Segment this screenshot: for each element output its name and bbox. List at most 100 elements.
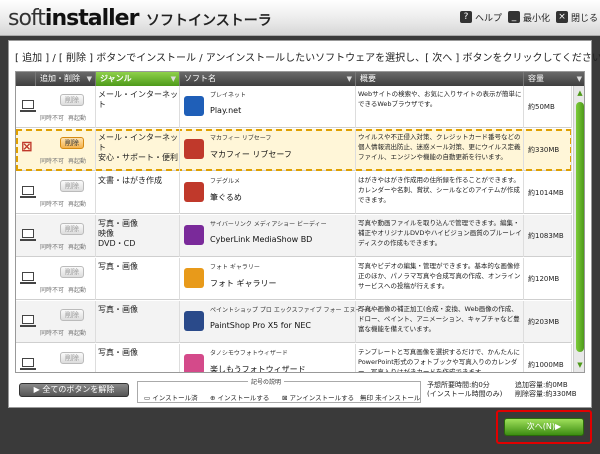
genre-text: 写真・画像 [98, 305, 138, 314]
app-reading: フォト ギャラリー [210, 264, 260, 271]
grid-header: 追加・削除 ▼ ジャンル ▼ ソフト名 ▼ 概要 容量 ▼ [16, 72, 584, 86]
logo-bold-text: installer [44, 6, 140, 31]
header-add-remove[interactable]: 追加・削除 ▼ [36, 72, 96, 86]
delete-button[interactable]: 削除 [60, 223, 84, 235]
next-highlight: 次へ(N)▶ [496, 410, 592, 444]
not-concurrent-note: 同時不可 [40, 330, 65, 337]
app-size: 約203MB [528, 318, 560, 326]
installer-window: softinstaller ソフトインストーラ ? ヘルプ _ 最小化 × 閉じる [… [0, 0, 600, 454]
table-row[interactable]: 削除 同時不可 再起動 写真・画像 映像 DVD・CD サイバーリンク メディアショー ビー… [16, 215, 572, 257]
installed-pc-icon [20, 229, 36, 241]
installed-pc-icon [20, 358, 36, 370]
app-title: ソフトインストーラ [146, 13, 272, 29]
app-description: ウイルスや不正侵入対策、クレジットカード番号などの個人情報流出防止、迷惑メール対… [358, 133, 521, 161]
table-row[interactable]: ⊠ 削除同時不可 再起動 メール・インターネット 安心・サポート・便利 マカフィー リブセ… [16, 129, 572, 171]
header-summary: 概要 [356, 72, 524, 86]
header-genre[interactable]: ジャンル ▼ [96, 72, 180, 86]
genre-text: 文書・はがき作成 [98, 176, 162, 185]
header-add-remove-label: 追加・削除 [40, 74, 80, 83]
unselect-all-button[interactable]: ▶ 全てのボタンを解除 [19, 383, 129, 397]
header-summary-label: 概要 [360, 74, 376, 83]
app-size: 約1083MB [528, 232, 564, 240]
not-concurrent-note: 同時不可 [40, 201, 65, 208]
table-row[interactable]: 削除 同時不可 再起動 文書・はがき作成 フデグルメ 筆ぐるめ はがきやはがき作成用の住所録… [16, 172, 572, 214]
app-icon [184, 96, 204, 116]
uninstall-mark-icon: ⊠ [21, 139, 33, 155]
delete-volume: 削除容量:約330MB [515, 390, 577, 398]
minimize-label: 最小化 [523, 13, 551, 24]
main-panel: [ 追加 ] / [ 削除 ] ボタンでインストール / アンインストールしたい… [8, 40, 600, 408]
table-row[interactable]: 削除同時不可 再起動 写真・画像 タノシモウフォトウィザード楽しもうフォトウィザード テ… [16, 344, 572, 373]
help-button[interactable]: ? ヘルプ [460, 10, 502, 24]
not-concurrent-note: 同時不可 [40, 115, 65, 122]
next-button[interactable]: 次へ(N)▶ [504, 418, 584, 436]
footer: ▶ 全てのボタンを解除 記号の説明 ▭ インストール済 ⊕ インストールする ⊠… [15, 377, 585, 405]
delete-button[interactable]: 削除 [60, 266, 84, 278]
app-description: 写真や画像の補正加工(合成・変換、Web画像の作成、ドロー、ペイント、アニメーシ… [358, 305, 520, 333]
app-name: 楽しもうフォトウィザード [210, 365, 306, 373]
installed-pc-icon [20, 272, 36, 284]
header-software-label: ソフト名 [184, 74, 216, 83]
installed-pc-icon [20, 186, 36, 198]
scroll-up-icon[interactable]: ▲ [576, 88, 584, 98]
app-reading: ペイントショップ プロ エックスファイブ フォー エヌイーシー [210, 307, 380, 314]
app-name: Play.net [210, 106, 242, 115]
legend-install: ⊕ インストールする [210, 394, 270, 402]
app-name: CyberLink MediaShow BD [210, 235, 313, 244]
vertical-scrollbar[interactable]: ▲ ▼ [573, 86, 584, 372]
title-bar: softinstaller ソフトインストーラ ? ヘルプ _ 最小化 × 閉じる [0, 0, 600, 36]
header-blank [16, 72, 36, 86]
table-row[interactable]: 削除 同時不可 再起動 メール・インターネット プレイネット Play.net Webサイト… [16, 86, 572, 128]
close-button[interactable]: × 閉じる [556, 10, 598, 24]
genre-text: メール・インターネット [98, 90, 178, 109]
header-software[interactable]: ソフト名 ▼ [180, 72, 356, 86]
delete-button[interactable]: 削除 [60, 94, 84, 106]
legend-installed: ▭ インストール済 [144, 394, 198, 402]
volume-summary: 追加容量:約0MB 削除容量:約330MB [515, 381, 577, 399]
scroll-thumb[interactable] [576, 102, 584, 352]
minimize-button[interactable]: _ 最小化 [508, 10, 550, 24]
not-concurrent-note: 同時不可 [40, 371, 64, 372]
app-description: テンプレートと写真画像を選択するだけで、かんたんにPowerPoint形式のフォ… [358, 348, 521, 373]
app-reading: フデグルメ [210, 178, 241, 185]
delete-button[interactable]: 削除 [60, 137, 84, 149]
header-genre-label: ジャンル [100, 74, 132, 83]
app-reading: サイバーリンク メディアショー ビーディー [210, 221, 327, 228]
legend-install-label: インストールする [217, 394, 270, 402]
app-description: 写真やビデオの編集・管理ができます。基本的な画像修正のほか、パノラマ写真や合成写… [358, 262, 521, 290]
app-reading: マカフィー リブセーフ [210, 135, 272, 142]
instruction-text: [ 追加 ] / [ 削除 ] ボタンでインストール / アンインストールしたい… [15, 53, 600, 64]
installed-pc-icon [20, 100, 36, 112]
restart-note: 再起動 [68, 330, 87, 337]
app-reading: プレイネット [210, 92, 247, 99]
app-name: フォト ギャラリー [210, 279, 277, 288]
genre-text: メール・インターネット 安心・サポート・便利 [98, 133, 178, 162]
app-name: PaintShop Pro X5 for NEC [210, 321, 311, 330]
row-cell [180, 86, 356, 128]
help-label: ヘルプ [475, 13, 503, 24]
dropdown-icon: ▼ [170, 75, 176, 83]
restart-note: 再起動 [68, 158, 87, 165]
genre-text: 写真・画像 [98, 262, 138, 271]
minimize-icon: _ [508, 11, 520, 23]
dropdown-icon: ▼ [576, 75, 582, 83]
unselect-all-label: 全てのボタンを解除 [42, 385, 115, 394]
close-label: 閉じる [571, 13, 599, 24]
delete-button[interactable]: 削除 [60, 352, 84, 364]
delete-button[interactable]: 削除 [60, 180, 84, 192]
scroll-down-icon[interactable]: ▼ [576, 360, 584, 370]
delete-button[interactable]: 削除 [60, 309, 84, 321]
not-concurrent-note: 同時不可 [40, 158, 65, 165]
app-size: 約1000MB [528, 361, 564, 369]
app-size: 約120MB [528, 275, 560, 283]
restart-note: 再起動 [68, 201, 87, 208]
table-row[interactable]: 削除同時不可 再起動 写真・画像 ペイントショップ プロ エックスファイブ フォー エ… [16, 301, 572, 343]
app-icon [184, 311, 204, 331]
app-icon [184, 268, 204, 288]
not-concurrent-note: 同時不可 [40, 287, 65, 294]
table-row[interactable]: 削除 同時不可 再起動 写真・画像 フォト ギャラリー フォト ギャラリー 写真やビデオの編… [16, 258, 572, 300]
header-size[interactable]: 容量 ▼ [524, 72, 584, 86]
add-volume: 追加容量:約0MB [515, 381, 568, 389]
app-description: Webサイトの検索や、お気に入りサイトの表示が簡単にできるWebブラウザです。 [358, 90, 522, 108]
app-name: 筆ぐるめ [210, 193, 242, 202]
